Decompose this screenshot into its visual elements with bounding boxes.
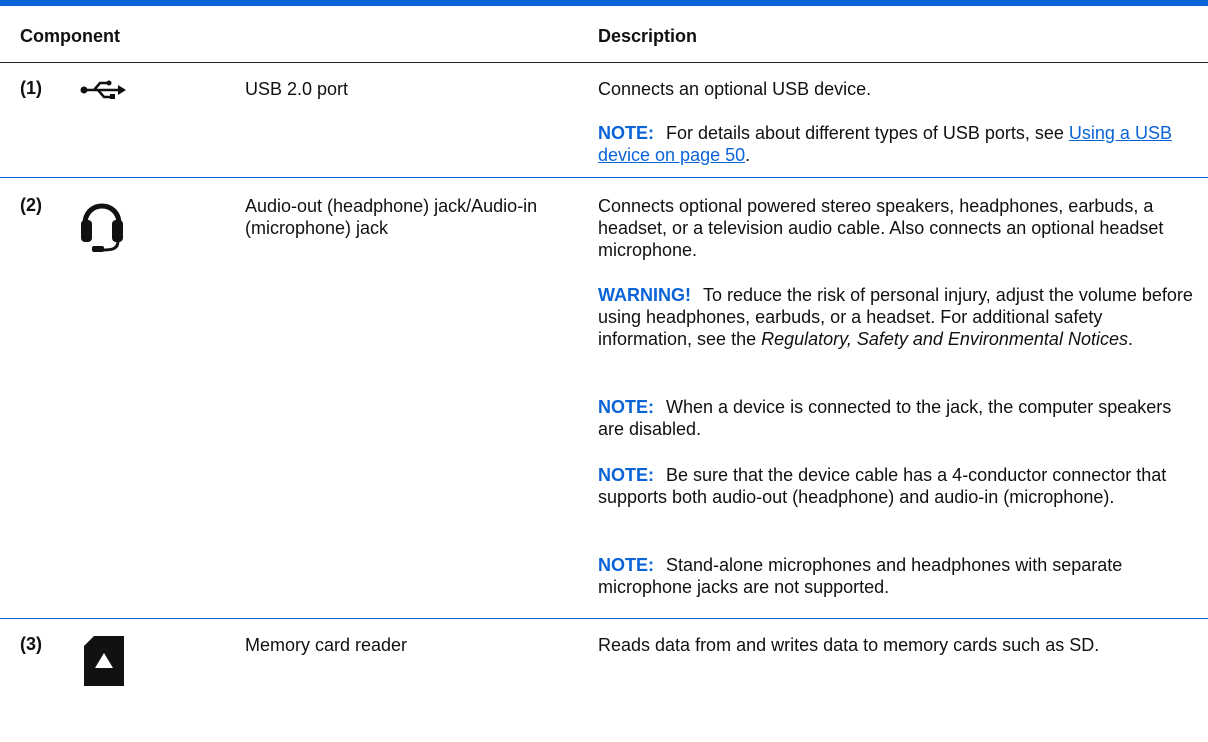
table-top-bar: [0, 0, 1208, 6]
note-block: NOTE: Be sure that the device cable has a…: [598, 464, 1198, 508]
header-divider: [0, 62, 1208, 63]
note-label: NOTE:: [598, 465, 654, 485]
component-description: Connects optional powered stereo speaker…: [598, 196, 1164, 260]
header-description: Description: [598, 26, 698, 46]
row-divider: [0, 618, 1208, 619]
component-name: Memory card reader: [245, 635, 408, 655]
component-description: Connects an optional USB device.: [598, 79, 872, 99]
note-label: NOTE:: [598, 397, 654, 417]
memory-card-icon: [84, 636, 124, 686]
warning-label: WARNING!: [598, 285, 691, 305]
note-text: Stand-alone microphones and headphones w…: [598, 555, 1123, 597]
warning-block: WARNING! To reduce the risk of personal i…: [598, 285, 1193, 349]
headset-icon: [81, 203, 123, 252]
note-block: NOTE: For details about different types o…: [598, 123, 1172, 165]
note-text: When a device is connected to the jack, …: [598, 397, 1172, 439]
note-label: NOTE:: [598, 555, 654, 575]
regulatory-notices-title: Regulatory, Safety and Environmental Not…: [761, 329, 1128, 349]
note-block: NOTE: When a device is connected to the j…: [598, 396, 1198, 440]
row-number: (3): [20, 634, 42, 654]
component-name: USB 2.0 port: [245, 79, 349, 99]
note-block: NOTE: Stand-alone microphones and headpho…: [598, 554, 1198, 598]
row-divider: [0, 177, 1208, 178]
component-description: Reads data from and writes data to memor…: [598, 635, 1100, 655]
usb-icon: [80, 80, 126, 99]
row-number: (1): [20, 78, 42, 98]
note-label: NOTE:: [598, 123, 654, 143]
header-component: Component: [20, 26, 120, 46]
note-text: For details about different types of USB…: [666, 123, 1064, 143]
row-number: (2): [20, 195, 42, 215]
note-text: Be sure that the device cable has a 4-co…: [598, 465, 1167, 507]
component-name: Audio-out (headphone) jack/Audio-in (mic…: [245, 196, 538, 238]
